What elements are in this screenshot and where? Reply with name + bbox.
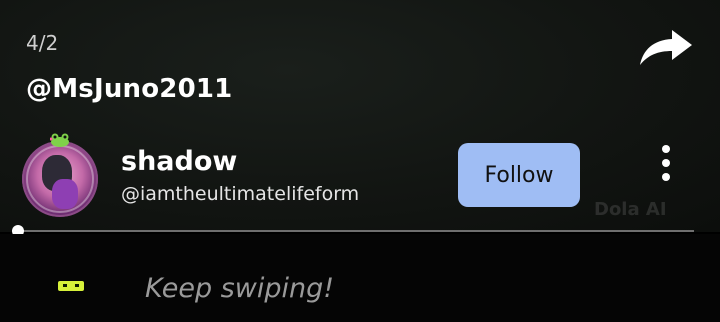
post-header-panel — [0, 0, 720, 232]
avatar-image — [22, 141, 98, 217]
more-vertical-icon[interactable] — [655, 145, 677, 185]
bottom-panel — [0, 234, 720, 322]
avatar[interactable] — [22, 133, 98, 217]
share-arrow-icon[interactable] — [638, 28, 694, 66]
post-author-handle[interactable]: @MsJuno2011 — [26, 74, 232, 104]
frog-badge-icon — [50, 133, 69, 147]
follow-button[interactable]: Follow — [458, 143, 580, 207]
profile-username[interactable]: @iamtheultimatelifeform — [121, 183, 359, 205]
post-date: 4/2 — [26, 31, 59, 55]
chip-icon — [58, 281, 84, 291]
profile-display-name[interactable]: shadow — [121, 146, 237, 177]
progress-track[interactable] — [18, 230, 694, 232]
watermark: Dola AI — [594, 199, 667, 220]
keep-swiping-hint: Keep swiping! — [145, 273, 335, 304]
